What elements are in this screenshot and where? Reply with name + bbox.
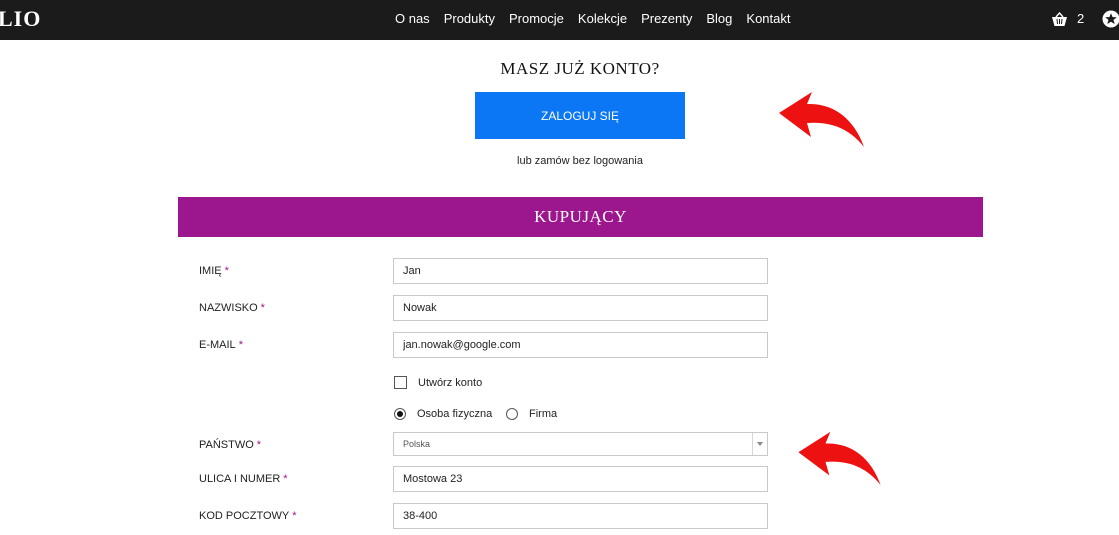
annotation-arrow-icon-2 [798,431,881,486]
annotation-arrow-icon [779,92,864,147]
favorites-icon[interactable] [1102,10,1119,28]
nav-item-o-nas[interactable]: O nas [395,11,430,27]
basket-icon [1052,11,1067,26]
radio-company-label: Firma [529,408,558,420]
first-name-input[interactable] [393,258,768,284]
main-nav: O nas Produkty Promocje Kolekcje Prezent… [395,11,805,27]
guest-checkout-text: lub zamów bez logowania [517,155,643,167]
create-account-checkbox[interactable] [394,376,407,389]
nav-item-prezenty[interactable]: Prezenty [641,11,692,27]
chevron-down-icon [752,433,767,455]
site-logo[interactable]: LIO [0,6,41,32]
first-name-label: IMIĘ * [199,265,229,277]
email-label: E-MAIL * [199,339,243,351]
radio-individual-label: Osoba fizyczna [417,408,493,420]
street-input[interactable] [393,466,768,492]
nav-item-kontakt[interactable]: Kontakt [746,11,790,27]
nav-item-produkty[interactable]: Produkty [444,11,495,27]
login-prompt-title: MASZ JUŻ KONTO? [500,59,660,78]
last-name-input[interactable] [393,295,768,321]
country-label: PAŃSTWO * [199,439,262,451]
postal-code-label: KOD POCZTOWY * [199,510,297,522]
nav-item-kolekcje[interactable]: Kolekcje [578,11,627,27]
country-select[interactable]: Polska [393,432,768,456]
buyer-section-header: KUPUJĄCY [178,197,983,237]
nav-item-promocje[interactable]: Promocje [509,11,564,27]
nav-item-blog[interactable]: Blog [706,11,732,27]
top-navigation-bar: LIO O nas Produkty Promocje Kolekcje Pre… [0,0,1119,40]
login-button[interactable]: ZALOGUJ SIĘ [475,92,685,139]
last-name-label: NAZWISKO * [199,302,265,314]
cart-button[interactable]: 2 [1051,11,1084,27]
create-account-label: Utwórz konto [418,377,483,389]
country-select-value: Polska [403,439,431,449]
street-label: ULICA I NUMER * [199,473,288,485]
cart-count-badge: 2 [1077,11,1085,26]
radio-individual[interactable] [394,408,406,420]
postal-code-input[interactable] [393,503,768,529]
radio-company[interactable] [506,408,518,420]
email-input[interactable] [393,332,768,358]
